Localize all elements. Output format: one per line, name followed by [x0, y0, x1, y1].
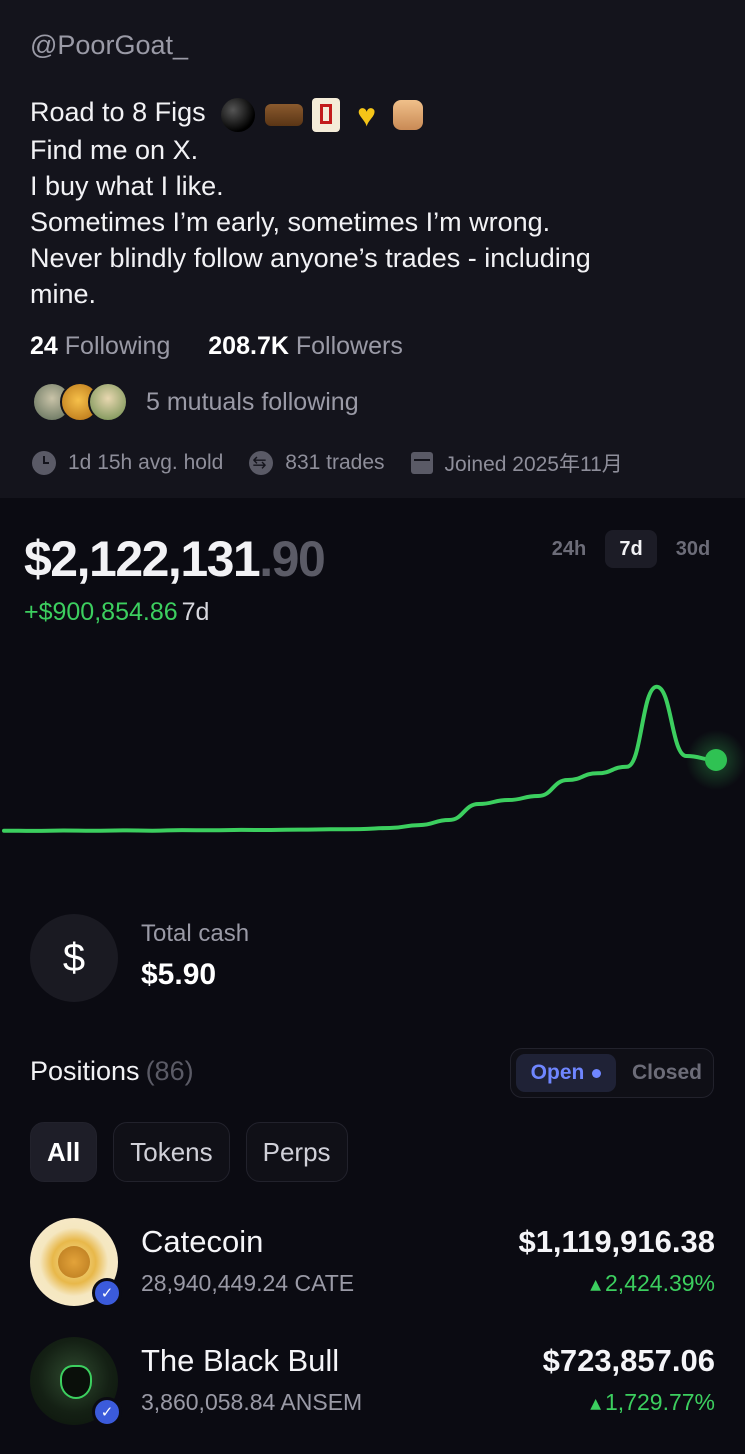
- mutuals-text: 5 mutuals following: [146, 387, 359, 416]
- toggle-open[interactable]: Open: [516, 1054, 616, 1092]
- bio-line: Sometimes I’m early, sometimes I’m wrong…: [30, 207, 551, 238]
- avatar: [88, 382, 128, 422]
- positions-label: Positions: [30, 1056, 140, 1086]
- filter-all[interactable]: All: [30, 1122, 98, 1182]
- total-cash-value: $5.90: [141, 958, 217, 991]
- range-30d[interactable]: 30d: [667, 530, 719, 568]
- token-amount: 3,860,058.84 ANSEM: [141, 1389, 363, 1415]
- range-24h[interactable]: 24h: [543, 530, 595, 568]
- trades-stat: 831 trades: [249, 451, 385, 475]
- follow-counts: 24 Following 208.7K Followers: [30, 332, 403, 361]
- token-change-value: 2,424.39%: [605, 1270, 715, 1296]
- bio-emojis: ♥: [221, 95, 425, 134]
- balance-cents: .90: [259, 531, 326, 587]
- bio-line: Never blindly follow anyone’s trades - i…: [30, 243, 591, 274]
- dollar-icon: $: [30, 914, 118, 1002]
- profile-stats: 1d 15h avg. hold 831 trades Joined 2025年…: [32, 448, 649, 478]
- avg-hold-stat: 1d 15h avg. hold: [32, 451, 223, 475]
- up-triangle-icon: ▲: [590, 1276, 602, 1293]
- token-value: $723,857.06: [542, 1343, 715, 1378]
- portfolio-balance: $2,122,131.90: [24, 530, 326, 588]
- joined-stat: Joined 2025年11月: [410, 448, 623, 478]
- pnl-period: 7d: [181, 598, 210, 626]
- positions-count: (86): [145, 1056, 194, 1086]
- followers-count: 208.7K: [208, 332, 289, 360]
- range-7d[interactable]: 7d: [605, 530, 657, 568]
- following-label: Following: [64, 332, 171, 360]
- bio-line: mine.: [30, 279, 97, 310]
- chart-end-point: [705, 749, 727, 771]
- filter-perps[interactable]: Perps: [245, 1122, 348, 1182]
- following-count: 24: [30, 332, 58, 360]
- black-ball-icon: [221, 98, 256, 133]
- bio-line: I buy what I like.: [30, 171, 224, 202]
- range-selector: 24h 7d 30d: [533, 530, 719, 568]
- joined-text: Joined 2025年11月: [444, 453, 623, 476]
- followers-link[interactable]: 208.7K Followers: [208, 332, 403, 360]
- pnl-value: +$900,854.86: [24, 598, 178, 626]
- pnl-row: +$900,854.86 7d: [24, 598, 209, 627]
- followers-label: Followers: [295, 332, 403, 360]
- active-dot-icon: [592, 1068, 602, 1078]
- cat-icon: [393, 100, 424, 131]
- open-closed-toggle: Open Closed: [510, 1048, 714, 1098]
- mutuals-row[interactable]: 5 mutuals following: [32, 382, 359, 422]
- calendar-icon: [410, 452, 433, 474]
- bio-line: Find me on X.: [30, 135, 199, 166]
- trades-text: 831 trades: [285, 451, 385, 474]
- avg-hold-text: 1d 15h avg. hold: [68, 451, 224, 474]
- token-amount: 28,940,449.24 CATE: [141, 1270, 355, 1296]
- token-name: Catecoin: [141, 1224, 264, 1259]
- position-filters: All Tokens Perps: [30, 1122, 364, 1182]
- mahjong-icon: [312, 98, 341, 133]
- following-link[interactable]: 24 Following: [30, 332, 177, 360]
- chart-series-line: [2, 684, 718, 833]
- ox-icon: [264, 104, 303, 127]
- profile-bio: Road to 8 Figs ♥ Find me on X. I buy wha…: [30, 94, 720, 312]
- profile-header: @PoorGoat_ Road to 8 Figs ♥ Find me on X…: [0, 0, 745, 498]
- token-change-value: 1,729.77%: [605, 1389, 715, 1415]
- token-change: ▲ 2,424.39%: [590, 1270, 715, 1297]
- verified-icon: ✓: [92, 1397, 122, 1427]
- position-row[interactable]: ✓ The Black Bull 3,860,058.84 ANSEM $723…: [0, 1337, 745, 1437]
- clock-icon: [32, 451, 56, 475]
- token-value: $1,119,916.38: [518, 1224, 715, 1259]
- portfolio-chart[interactable]: [0, 640, 745, 860]
- position-row[interactable]: ✓ Catecoin 28,940,449.24 CATE $1,119,916…: [0, 1218, 745, 1318]
- toggle-closed[interactable]: Closed: [627, 1054, 707, 1092]
- filter-tokens[interactable]: Tokens: [113, 1122, 230, 1182]
- bio-line: Road to 8 Figs: [30, 97, 206, 127]
- token-change: ▲ 1,729.77%: [590, 1389, 715, 1416]
- balance-main: $2,122,131: [24, 531, 261, 587]
- toggle-open-label: Open: [530, 1061, 585, 1084]
- positions-title: Positions (86): [30, 1056, 194, 1087]
- yellow-heart-icon: ♥: [357, 97, 377, 134]
- profile-handle: @PoorGoat_: [30, 30, 188, 60]
- token-name: The Black Bull: [141, 1343, 340, 1378]
- swap-icon: [249, 451, 274, 475]
- total-cash-label: Total cash: [141, 920, 250, 947]
- verified-icon: ✓: [92, 1278, 122, 1308]
- up-triangle-icon: ▲: [590, 1395, 602, 1412]
